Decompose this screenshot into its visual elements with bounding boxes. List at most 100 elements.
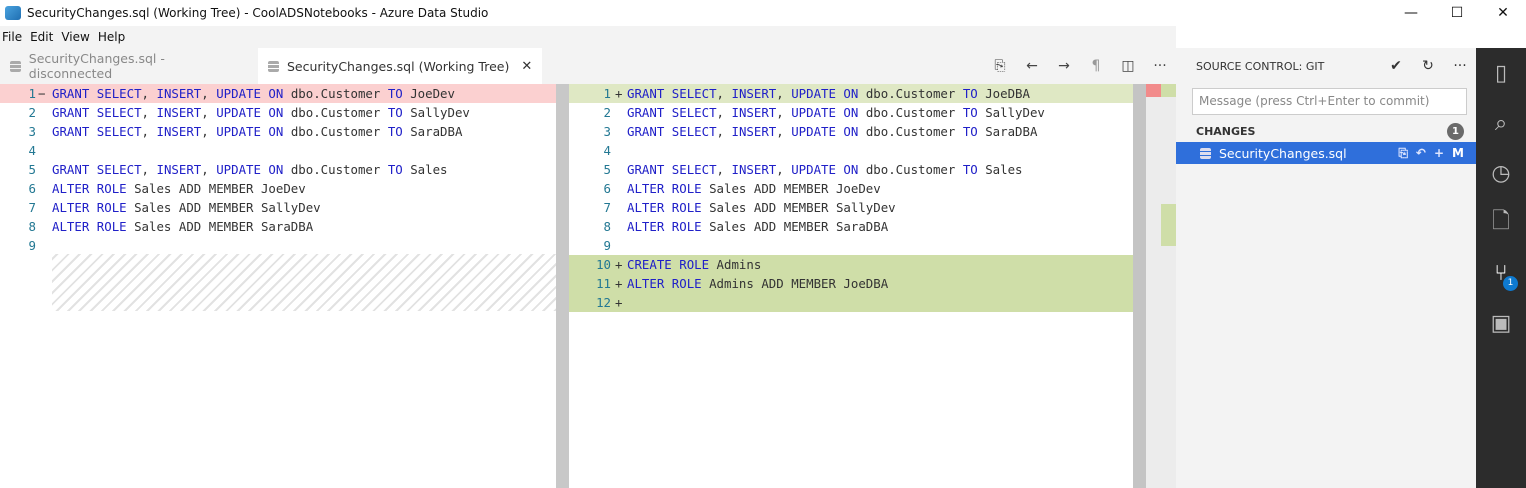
code-line: 10 + CREATE ROLE Admins [569,255,1146,274]
minimize-button[interactable]: — [1388,0,1434,26]
code-line: 9 [0,236,556,255]
tab-label: SecurityChanges.sql - disconnected [28,51,165,81]
database-icon [268,60,279,72]
right-scrollbar[interactable] [1133,84,1146,488]
servers-icon[interactable]: ▯ [1476,48,1526,98]
menu-file[interactable]: File [0,30,27,44]
sql-keyword: INSERT [156,124,202,139]
line-number: 4 [28,143,36,158]
commit-message-input[interactable]: Message (press Ctrl+Enter to commit) [1192,88,1467,115]
code-text: GRANT SELECT, INSERT, UPDATE ON dbo.Cust… [52,122,462,141]
menu-bar: File Edit View Help [0,26,1176,48]
search-icon[interactable]: ⌕ [1476,98,1526,148]
previous-change-icon[interactable]: ← [1016,58,1048,74]
app-logo-icon [5,6,21,20]
menu-edit[interactable]: Edit [27,30,58,44]
changes-label: CHANGES [1196,124,1256,138]
sql-keyword: GRANT [52,105,90,120]
diff-filler-hatch [52,254,556,311]
history-icon[interactable]: ◷ [1476,148,1526,198]
diff-modified-pane[interactable]: 1 + GRANT SELECT, INSERT, UPDATE ON dbo.Cu… [569,84,1146,488]
sql-keyword: ROLE [679,257,710,272]
next-change-icon[interactable]: → [1048,58,1080,74]
sql-token: SallyDev [835,200,896,215]
sql-keyword: ROLE [671,276,702,291]
sql-token: ADD [753,181,777,196]
line-number: 6 [28,181,36,196]
sql-token: ADD [178,200,202,215]
menu-help[interactable]: Help [95,30,130,44]
window-title: SecurityChanges.sql (Working Tree) - Coo… [27,6,489,20]
line-number: 5 [28,162,36,177]
sql-token: Sales [134,181,172,196]
refresh-icon[interactable]: ↻ [1412,58,1444,74]
sql-token: , [776,86,784,101]
line-number: 9 [603,238,611,253]
diff-marker: − [38,86,46,101]
line-number: 3 [28,124,36,139]
stage-changes-icon[interactable]: + [1434,146,1444,161]
sql-token: Sales [709,181,747,196]
source-control-icon[interactable]: ⑂ 1 [1476,248,1526,298]
close-window-button[interactable]: ✕ [1480,0,1526,26]
commit-check-icon[interactable]: ✔ [1380,58,1412,74]
sql-token: SallyDev [410,105,470,120]
open-file-icon[interactable]: ⎘ [984,58,1016,74]
sql-keyword: SELECT [96,124,142,139]
open-file-icon[interactable]: ⎘ [1398,146,1408,161]
split-view-icon[interactable]: ◫ [1112,58,1144,74]
left-scrollbar[interactable] [556,84,569,488]
maximize-button[interactable]: ☐ [1434,0,1480,26]
code-text: CREATE ROLE Admins [627,255,761,274]
file-status: M [1452,145,1464,160]
discard-changes-icon[interactable]: ↶ [1416,146,1426,161]
sql-token: SaraDBA [835,219,889,234]
line-number: 12 [596,295,611,310]
whitespace-toggle-icon[interactable]: ¶ [1080,58,1112,74]
sql-token: SaraDBA [985,124,1038,139]
code-text: GRANT SELECT, INSERT, UPDATE ON dbo.Cust… [52,160,448,179]
tab-working-tree[interactable]: SecurityChanges.sql (Working Tree) ✕ [258,48,543,84]
sql-keyword: TO [387,162,403,177]
changed-file-item[interactable]: SecurityChanges.sql ⎘ ↶ + M [1176,142,1476,164]
sql-token: , [776,162,784,177]
menu-view[interactable]: View [58,30,94,44]
sql-keyword: SELECT [96,86,142,101]
more-actions-icon[interactable]: ··· [1144,58,1176,74]
changes-section[interactable]: CHANGES 1 [1176,120,1476,142]
code-line: 4 [569,141,1146,160]
sql-keyword: ON [843,86,859,101]
sql-token: MEMBER [791,276,836,291]
sql-keyword: ROLE [96,219,127,234]
diff-original-pane[interactable]: 1− GRANT SELECT, INSERT, UPDATE ON dbo.Cu… [0,84,556,488]
sql-token: Sales [410,162,448,177]
sql-keyword: SELECT [671,162,717,177]
more-icon[interactable]: ··· [1444,58,1476,74]
sql-keyword: TO [962,124,978,139]
tab-disconnected[interactable]: SecurityChanges.sql - disconnected [0,48,258,84]
code-text: GRANT SELECT, INSERT, UPDATE ON dbo.Cust… [627,122,1037,141]
code-text: GRANT SELECT, INSERT, UPDATE ON dbo.Cust… [52,84,455,103]
line-number: 1 [603,86,611,101]
explorer-file-icon[interactable]: 🗋 [1476,198,1526,248]
close-tab-icon[interactable]: ✕ [521,59,532,74]
sql-token: , [716,105,725,120]
sql-keyword: GRANT [627,124,665,139]
sql-keyword: GRANT [52,124,90,139]
code-text: ALTER ROLE Sales ADD MEMBER JoeDev [627,179,881,198]
extensions-icon[interactable]: ▣ [1476,298,1526,348]
sql-keyword: ALTER [627,181,665,196]
